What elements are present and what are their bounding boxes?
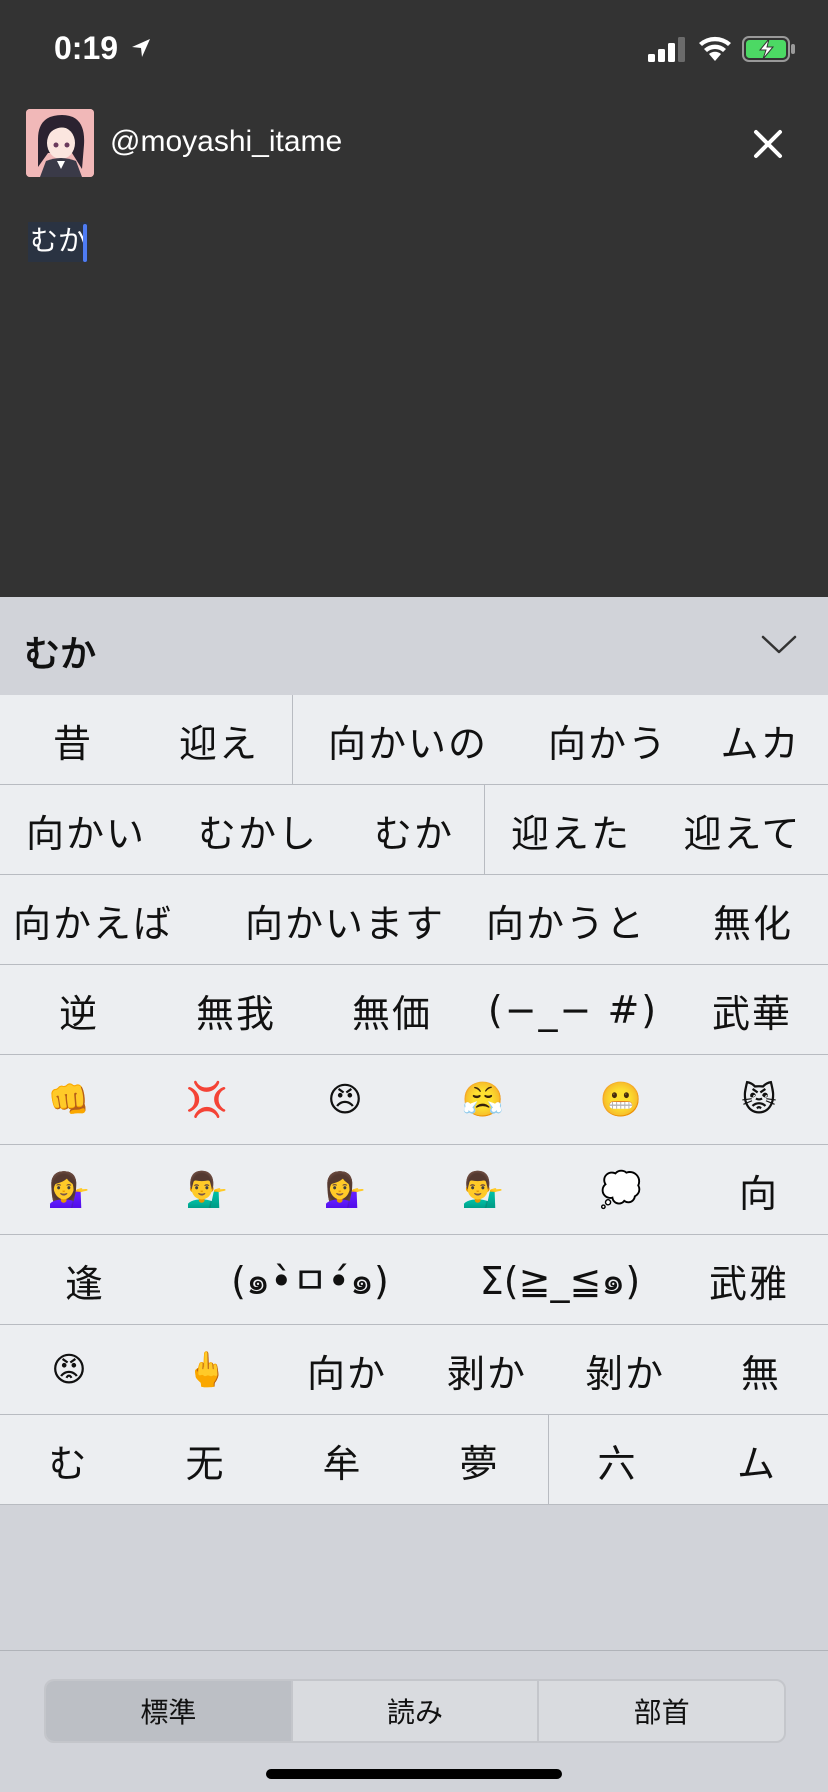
candidate-panel: むか 昔 迎え 向かいの 向かう ムカ 向かい むかし むか 迎えた 迎えて 向…	[0, 597, 828, 1792]
candidate-cell[interactable]: 😠	[276, 1055, 414, 1145]
candidate-cell[interactable]: むか	[344, 785, 484, 875]
candidate-cell[interactable]: (−_− #)	[470, 965, 676, 1055]
candidate-row: 💁‍♀️ 💁‍♂️ 💁‍♀️ 💁‍♂️ 💭 向	[0, 1145, 828, 1235]
candidate-cell[interactable]: 😬	[552, 1055, 690, 1145]
candidate-cell[interactable]: む	[0, 1415, 137, 1505]
username: @moyashi_itame	[110, 125, 343, 158]
candidate-cell[interactable]: 武雅	[670, 1235, 828, 1325]
candidate-cell[interactable]: 剝か	[556, 1325, 694, 1415]
candidate-cell[interactable]: 牟	[274, 1415, 411, 1505]
battery-charging-icon	[742, 36, 795, 62]
candidate-row: 逢 (๑•̀ㅁ•́๑) Σ(≧_≦๑) 武雅	[0, 1235, 828, 1325]
candidate-cell[interactable]: 無	[694, 1325, 828, 1415]
conversion-mode-segmented-control: 標準 読み 部首	[44, 1679, 786, 1743]
candidate-cell[interactable]: 逆	[0, 965, 158, 1055]
candidate-cell[interactable]: 迎え	[146, 695, 292, 785]
candidate-cell[interactable]: 👊	[0, 1055, 138, 1145]
chevron-down-icon[interactable]	[760, 633, 798, 657]
candidate-cell[interactable]: 💁‍♀️	[276, 1145, 414, 1235]
compose-text-input[interactable]: むか	[28, 222, 89, 262]
candidate-cell[interactable]: 😾	[690, 1055, 828, 1145]
status-bar: 0:19	[0, 0, 828, 100]
candidate-cell[interactable]: 💁‍♀️	[0, 1145, 138, 1235]
candidate-cell[interactable]: 逢	[0, 1235, 170, 1325]
text-cursor	[83, 224, 87, 262]
candidate-cell[interactable]: 無我	[158, 965, 314, 1055]
candidate-cell[interactable]: 剥か	[418, 1325, 556, 1415]
candidate-cell[interactable]: 🖕	[138, 1325, 276, 1415]
candidate-row: む 无 牟 夢 六 ム	[0, 1415, 828, 1505]
candidate-row: 向かえば 向かいます 向かうと 無化	[0, 875, 828, 965]
candidate-cell[interactable]: 无	[137, 1415, 274, 1505]
candidate-cell[interactable]: 向か	[276, 1325, 418, 1415]
avatar	[26, 109, 94, 177]
candidate-row: 👊 💢 😠 😤 😬 😾	[0, 1055, 828, 1145]
candidate-row: 向かい むかし むか 迎えた 迎えて	[0, 785, 828, 875]
home-indicator[interactable]	[266, 1769, 562, 1779]
candidate-cell[interactable]: 無価	[314, 965, 470, 1055]
segment-standard[interactable]: 標準	[46, 1681, 291, 1741]
candidate-cell[interactable]: 昔	[0, 695, 146, 785]
wifi-icon	[699, 36, 731, 61]
candidate-cell[interactable]: (๑•̀ㅁ•́๑)	[170, 1235, 450, 1325]
candidate-cell[interactable]: 向かえば	[0, 875, 186, 965]
candidate-cell[interactable]: 💭	[552, 1145, 690, 1235]
candidate-cell[interactable]: 六	[549, 1415, 686, 1505]
candidate-cell[interactable]: 向かい	[0, 785, 172, 875]
close-icon[interactable]	[750, 126, 786, 162]
segment-radical[interactable]: 部首	[537, 1681, 784, 1741]
candidate-cell[interactable]: 武華	[676, 965, 828, 1055]
candidate-row: 逆 無我 無価 (−_− #) 武華	[0, 965, 828, 1055]
segment-reading[interactable]: 読み	[290, 1681, 538, 1741]
candidate-cell[interactable]: むかし	[172, 785, 344, 875]
candidate-cell[interactable]: 向かうと	[454, 875, 678, 965]
location-arrow-icon	[132, 39, 150, 57]
candidate-cell[interactable]: 💁‍♂️	[414, 1145, 552, 1235]
candidate-cell[interactable]: 💢	[138, 1055, 276, 1145]
status-time: 0:19	[54, 30, 119, 66]
candidate-reading: むか	[24, 634, 97, 675]
candidate-cell[interactable]: 向かいの	[293, 695, 523, 785]
cellular-signal-icon	[648, 37, 685, 62]
candidate-header: むか	[0, 597, 828, 695]
candidate-cell[interactable]: 向かう	[523, 695, 693, 785]
candidate-cell[interactable]: 💁‍♂️	[138, 1145, 276, 1235]
candidate-cell[interactable]: ムカ	[693, 695, 828, 785]
candidate-row: 昔 迎え 向かいの 向かう ムカ	[0, 695, 828, 785]
candidate-cell[interactable]: 😤	[414, 1055, 552, 1145]
candidate-cell[interactable]: 無化	[678, 875, 828, 965]
candidate-row: 😡 🖕 向か 剥か 剝か 無	[0, 1325, 828, 1415]
candidate-cell[interactable]: 迎えた	[485, 785, 657, 875]
candidate-cell[interactable]: 向	[690, 1145, 828, 1235]
candidate-cell[interactable]: 夢	[411, 1415, 548, 1505]
candidate-cell[interactable]: 😡	[0, 1325, 138, 1415]
candidate-cell[interactable]: ム	[686, 1415, 828, 1505]
candidate-cell[interactable]: 迎えて	[657, 785, 828, 875]
candidate-cell[interactable]: Σ(≧_≦๑)	[450, 1235, 670, 1325]
